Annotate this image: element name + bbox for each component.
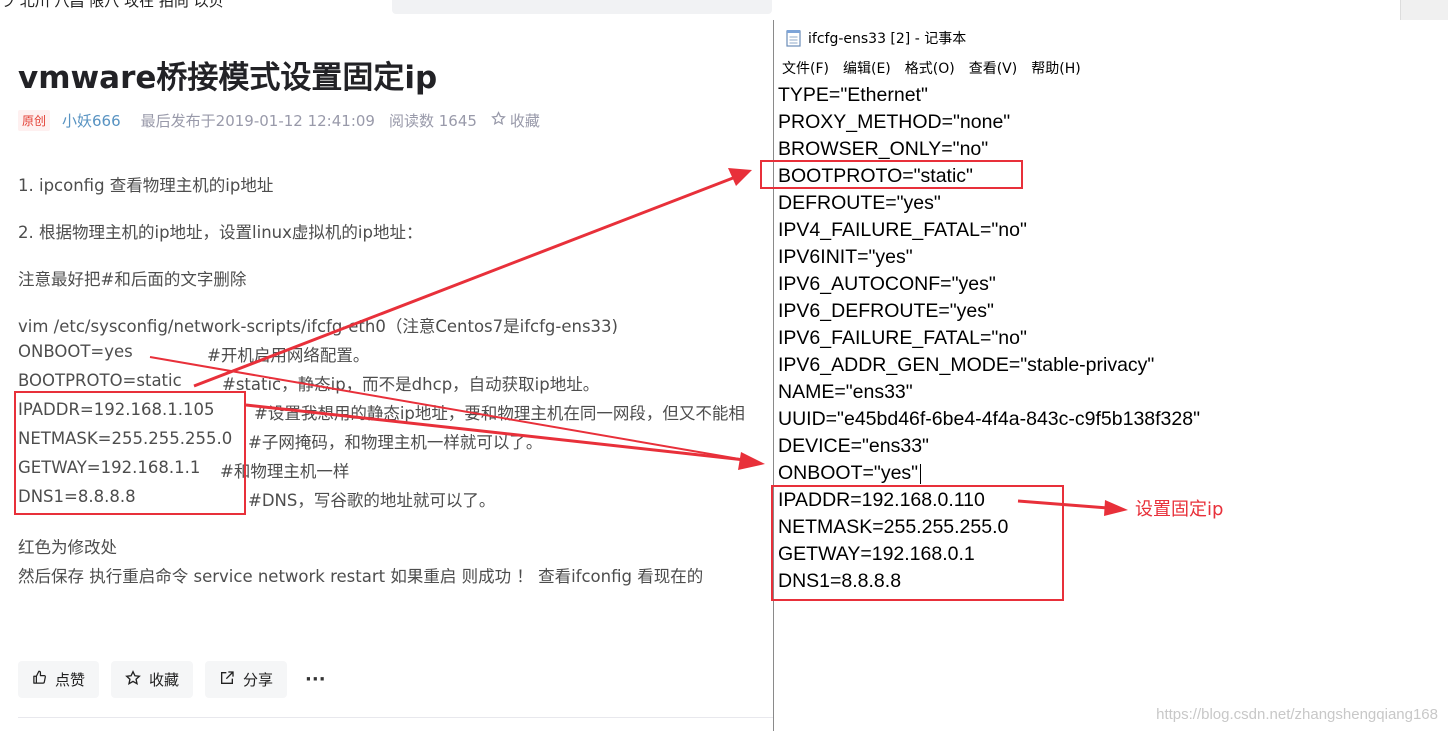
notepad-icon [786,29,802,47]
menu-edit[interactable]: 编辑(E) [843,58,891,78]
text-caret [920,463,922,484]
notepad-window: ifcfg-ens33 [2] - 记事本 文件(F) 编辑(E) 格式(O) … [773,20,1448,731]
publish-time: 最后发布于2019-01-12 12:41:09 [140,111,375,130]
code-comment: #开机启用网络配置。 [207,346,370,365]
share-icon [219,670,235,690]
notepad-menubar: 文件(F) 编辑(E) 格式(O) 查看(V) 帮助(H) [774,56,1087,80]
text-line: NAME="ens33" [778,381,913,403]
text-line: DEFROUTE="yes" [778,192,941,214]
menu-file[interactable]: 文件(F) [782,58,829,78]
text-line: IPV4_FAILURE_FATAL="no" [778,219,1027,241]
divider [18,717,773,718]
text-line: IPV6_FAILURE_FATAL="no" [778,327,1027,349]
text-line: IPV6_AUTOCONF="yes" [778,273,996,295]
code-line: ONBOOT=yes #开机启用网络配置。 [18,342,369,365]
read-count: 阅读数 1645 [388,111,477,130]
code-comment: #设置我想用的静态ip地址，要和物理主机在同一网段，但又不能相 [254,404,745,423]
annotation-note: 设置固定ip [1135,499,1224,520]
text-line-cursor: ONBOOT="yes" [778,460,1200,487]
original-badge: 原创 [18,109,51,131]
text-line: IPV6_DEFROUTE="yes" [778,300,994,322]
code-text: BOOTPROTO=static [18,371,182,390]
star-icon [125,669,141,690]
code-line: BOOTPROTO=static #static，静态ip，而不是dhcp，自动获… [18,371,599,394]
share-button[interactable]: 分享 [205,661,288,698]
code-text: vim /etc/sysconfig/network-scripts/ifcfg… [18,317,618,336]
code-comment: #DNS，写谷歌的地址就可以了。 [248,491,496,510]
text-line: UUID="e45bd46f-6be4-4f4a-843c-c9f5b138f3… [778,408,1201,430]
like-label: 点赞 [55,671,86,689]
paragraph: 然后保存 执行重启命令 service network restart 如果重启… [18,567,704,586]
more-button[interactable]: ··· [299,669,332,690]
text-line: BROWSER_ONLY="no" [778,138,989,160]
star-icon[interactable] [491,110,506,130]
paragraph: 红色为修改处 [18,538,117,557]
menu-format[interactable]: 格式(O) [905,58,955,78]
favorite-link[interactable]: 收藏 [510,110,540,131]
paragraph: 1. ipconfig 查看物理主机的ip地址 [18,176,274,195]
text-line: IPV6_ADDR_GEN_MODE="stable-privacy" [778,354,1155,376]
window-scrollbar-area[interactable] [1400,0,1448,20]
collect-button[interactable]: 收藏 [111,661,194,698]
share-label: 分享 [243,671,274,689]
code-line: vim /etc/sysconfig/network-scripts/ifcfg… [18,313,618,337]
annotation-box-bootproto [760,160,1023,189]
author-link[interactable]: 小妖666 [62,110,121,131]
text-line: PROXY_METHOD="none" [778,111,1011,133]
article-title: vmware桥接模式设置固定ip [18,60,438,96]
menu-view[interactable]: 查看(V) [969,58,1018,78]
text-line: IPV6INIT="yes" [778,246,913,268]
notepad-title: ifcfg-ens33 [2] - 记事本 [808,31,967,47]
paragraph: 2. 根据物理主机的ip地址，设置linux虚拟机的ip地址： [18,223,423,242]
code-text: ONBOOT=yes [18,342,133,361]
search-input[interactable] [392,0,772,14]
text-line: DEVICE="ens33" [778,435,929,457]
code-comment: #子网掩码，和物理主机一样就可以了。 [248,433,543,452]
watermark: https://blog.csdn.net/zhangshengqiang168 [1156,706,1438,723]
annotation-box-ip-settings [771,485,1064,601]
article-actions: 点赞 收藏 分享 ··· [18,661,332,698]
menu-help[interactable]: 帮助(H) [1031,58,1080,78]
paragraph: 注意最好把#和后面的文字删除 [18,270,247,289]
notepad-titlebar[interactable]: ifcfg-ens33 [2] - 记事本 [774,20,1448,56]
collect-label: 收藏 [149,671,180,689]
top-nav-links[interactable]: ラ 北川 八昌 限八 攻在 拍向 以贝 [0,0,224,11]
annotation-box-article [14,391,246,515]
code-comment: #static，静态ip，而不是dhcp，自动获取ip地址。 [222,375,600,394]
text-line: ONBOOT="yes" [778,462,919,484]
article-meta: 原创 小妖666 最后发布于2019-01-12 12:41:09 阅读数 16… [18,108,540,132]
like-button[interactable]: 点赞 [18,661,100,698]
text-line: TYPE="Ethernet" [778,84,928,106]
article: vmware桥接模式设置固定ip 原创 小妖666 最后发布于2019-01-1… [0,26,773,731]
thumbs-up-icon [32,670,47,689]
